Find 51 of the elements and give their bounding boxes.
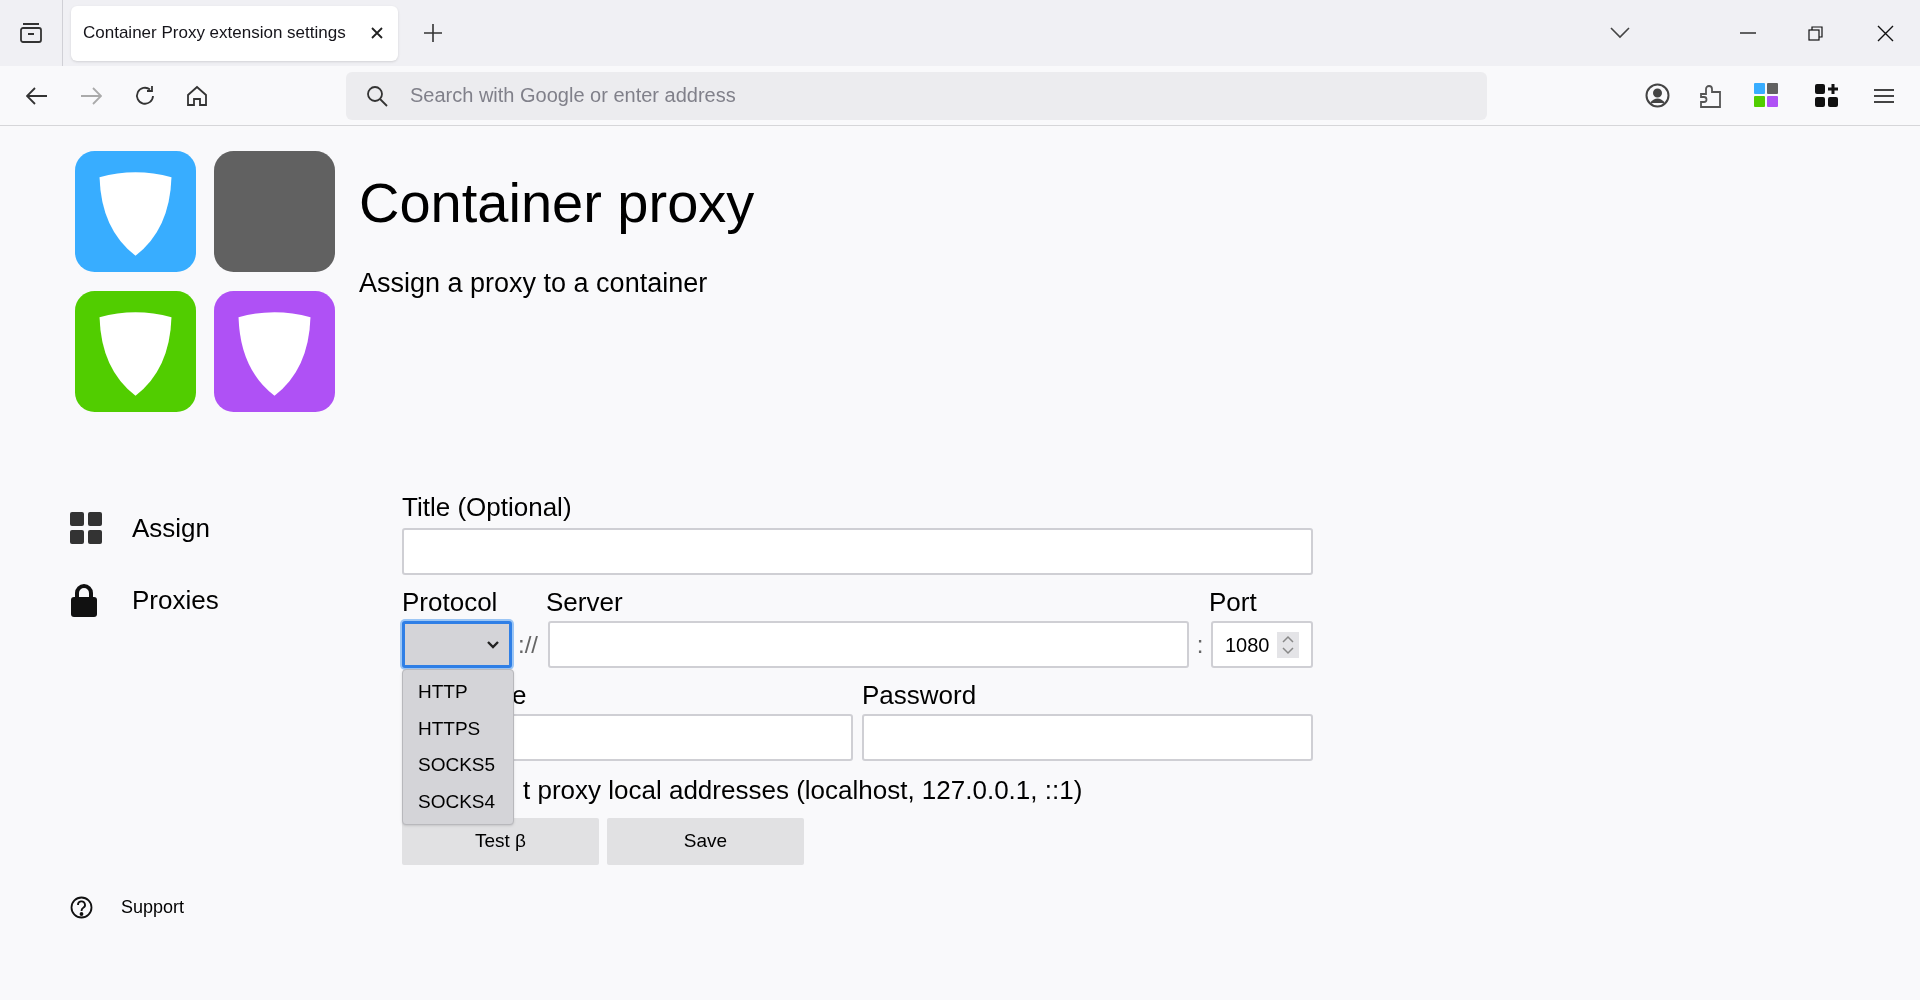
port-input[interactable]: 1080 (1211, 621, 1313, 668)
checkbox-label: t proxy local addresses (localhost, 127.0.0.1, ::1) (523, 775, 1084, 805)
server-input[interactable] (548, 621, 1189, 668)
shield-tile-icon (75, 291, 196, 412)
page-title: Container proxy (359, 171, 755, 235)
support-link[interactable]: Support (70, 894, 185, 921)
field-label: Server (546, 587, 623, 617)
field-label: Protocol (402, 587, 499, 617)
field-label: Title (Optional) (402, 492, 573, 522)
restore-icon[interactable] (1808, 25, 1823, 41)
field-label: Password (862, 680, 977, 710)
page-subtitle: Assign a proxy to a container (359, 267, 709, 300)
spinner-icon[interactable] (1277, 631, 1299, 658)
form-button[interactable]: Save (607, 818, 804, 865)
lock-icon (70, 583, 98, 617)
search-icon (366, 84, 388, 107)
grid-plus-icon[interactable] (1815, 84, 1838, 107)
sidebar-item[interactable]: Proxies (70, 580, 402, 620)
shield-tile-icon (214, 291, 335, 412)
dropdown-option[interactable]: HTTPS (403, 710, 513, 747)
password-input[interactable] (862, 714, 1313, 761)
chevron-down-icon (487, 640, 499, 649)
tiles-icon[interactable] (1754, 83, 1779, 108)
protocol-select[interactable] (402, 621, 512, 668)
scheme-separator: :// (518, 629, 539, 660)
account-icon[interactable] (1645, 83, 1670, 108)
title-input[interactable] (402, 528, 1313, 575)
home-icon[interactable] (186, 84, 208, 107)
square-tile-icon (214, 151, 335, 272)
close-icon[interactable] (370, 26, 384, 40)
tab-title: Container Proxy extension settings (83, 22, 346, 45)
reload-icon[interactable] (134, 84, 156, 107)
menu-icon[interactable] (1874, 87, 1894, 104)
chevron-down-icon[interactable] (1610, 27, 1630, 39)
port-separator: : (1195, 629, 1205, 660)
back-arrow-icon[interactable] (26, 86, 48, 105)
new-tab-icon[interactable] (423, 23, 443, 43)
address-field[interactable]: Search with Google or enter address (346, 71, 1487, 120)
dropdown-option[interactable]: SOCKS4 (403, 783, 513, 820)
shield-tile-icon (75, 151, 196, 272)
grid-icon (70, 512, 102, 544)
help-icon (70, 896, 93, 919)
field-label: Port (1209, 587, 1258, 617)
form-button[interactable]: Test β (402, 818, 599, 865)
tab-list-icon[interactable] (19, 22, 43, 44)
puzzle-piece-icon[interactable] (1700, 83, 1722, 108)
dropdown-option[interactable]: HTTP (403, 674, 513, 711)
dropdown-option[interactable]: SOCKS5 (403, 747, 513, 784)
close-window-icon[interactable] (1877, 24, 1894, 42)
sidebar-item[interactable]: Assign (70, 508, 402, 548)
browser-tab[interactable]: Container Proxy extension settings (71, 5, 398, 61)
